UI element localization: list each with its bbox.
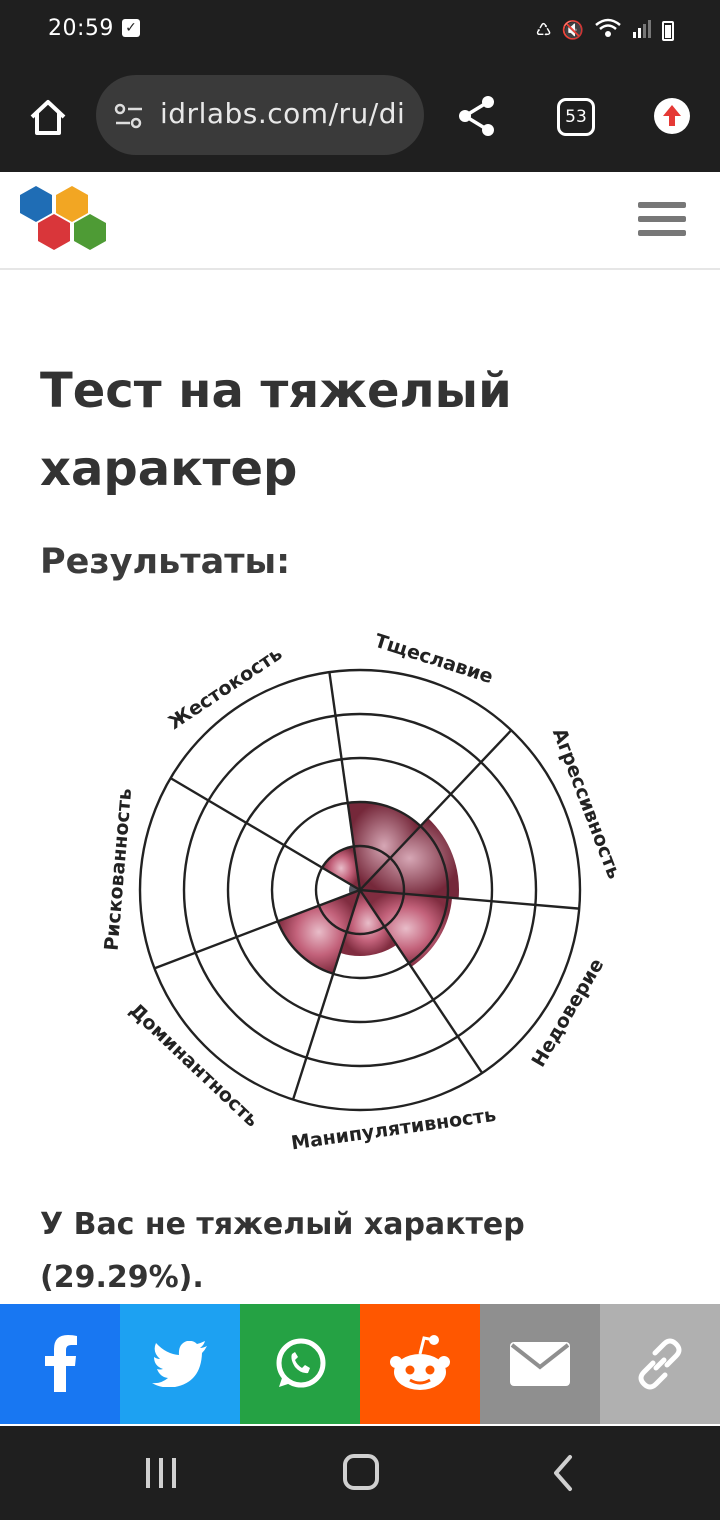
wifi-icon <box>594 17 622 45</box>
recents-icon <box>146 1458 176 1488</box>
signal-icon <box>632 18 652 44</box>
twitter-share-button[interactable] <box>120 1304 240 1424</box>
menu-button[interactable] <box>638 202 686 242</box>
arrow-up-icon <box>663 105 681 126</box>
chart-category-label: Доминантность <box>125 999 263 1131</box>
polar-chart: Тщеславие Агрессивность Недоверие Манипулят… <box>100 630 626 1155</box>
site-header <box>0 172 720 270</box>
home-icon <box>30 100 66 135</box>
tab-switcher-button[interactable]: 53 <box>557 98 595 136</box>
reddit-icon <box>390 1335 450 1390</box>
address-bar[interactable]: idrlabs.com/ru/di <box>96 75 424 155</box>
battery-icon <box>662 21 674 41</box>
chart-category-label: Рискованность <box>101 787 137 951</box>
status-icons: ♺ 🔇 <box>535 17 674 45</box>
menu-line <box>638 230 686 236</box>
chart-category-label: Тщеславие <box>372 630 496 688</box>
browser-share-button[interactable] <box>456 94 498 138</box>
site-logo[interactable] <box>18 184 110 256</box>
site-settings-icon[interactable] <box>114 102 144 130</box>
chart-category-label: Недоверие <box>527 955 608 1071</box>
status-time: 20:59 <box>48 16 114 41</box>
email-share-button[interactable] <box>480 1304 600 1424</box>
back-icon <box>554 1455 572 1491</box>
email-icon <box>510 1342 570 1386</box>
share-bar <box>0 1304 720 1424</box>
home-button[interactable] <box>343 1454 379 1490</box>
chart-category-label: Жестокость <box>165 643 287 734</box>
results-heading: Результаты: <box>40 542 291 582</box>
link-icon <box>638 1338 682 1390</box>
status-bar: 20:59 ✓ ♺ 🔇 <box>0 0 720 62</box>
recycle-icon: ♺ <box>535 20 552 41</box>
checkbox-notification-icon: ✓ <box>122 19 140 37</box>
browser-toolbar: idrlabs.com/ru/di 53 <box>0 62 720 172</box>
result-text: У Вас не тяжелый характер (29.29%). <box>40 1207 525 1295</box>
chart-category-label: Манипулятивность <box>290 1104 498 1150</box>
reddit-share-button[interactable] <box>360 1304 480 1424</box>
chart-category-label: Агрессивность <box>548 725 620 882</box>
copy-link-button[interactable] <box>600 1304 720 1424</box>
polar-chart-svg: Тщеславие Агрессивность Недоверие Манипулят… <box>101 630 626 1155</box>
recents-button[interactable] <box>144 1456 178 1490</box>
chart-spoke <box>169 777 361 892</box>
browser-home-button[interactable] <box>26 95 70 139</box>
system-nav-bar <box>0 1426 720 1520</box>
page-title: Тест на тяжелый характер <box>40 363 512 497</box>
facebook-icon <box>45 1335 77 1392</box>
share-icon <box>459 96 494 136</box>
menu-line <box>638 202 686 208</box>
whatsapp-icon <box>276 1338 326 1388</box>
url-text[interactable]: idrlabs.com/ru/di <box>160 97 410 130</box>
back-button[interactable] <box>548 1454 578 1492</box>
update-button[interactable] <box>654 98 690 134</box>
menu-line <box>638 216 686 222</box>
twitter-icon <box>152 1341 207 1387</box>
mute-icon: 🔇 <box>561 20 584 41</box>
facebook-share-button[interactable] <box>0 1304 120 1424</box>
whatsapp-share-button[interactable] <box>240 1304 360 1424</box>
